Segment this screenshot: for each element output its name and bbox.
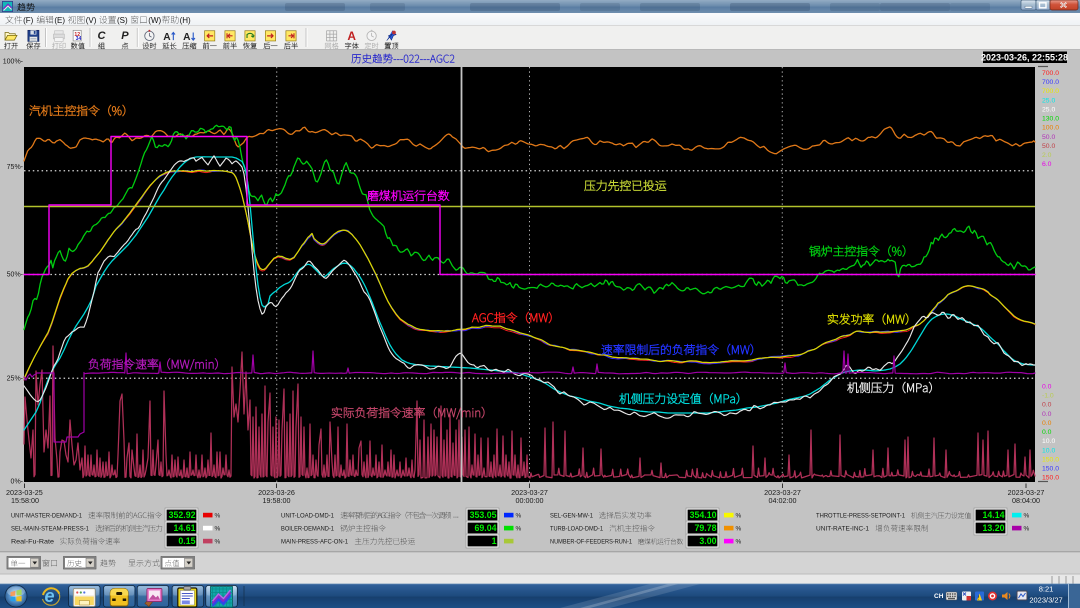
svg-text:A: A xyxy=(183,32,191,43)
svg-text:19:58:00: 19:58:00 xyxy=(263,496,291,505)
svg-text:...: ... xyxy=(453,513,459,520)
svg-text:25%-: 25%- xyxy=(7,376,24,383)
svg-text:C: C xyxy=(98,30,107,42)
svg-text:SEL-MAIN-STEAM-PRESS-1: SEL-MAIN-STEAM-PRESS-1 xyxy=(11,526,89,533)
svg-text:00:00:00: 00:00:00 xyxy=(516,496,544,505)
svg-text:34: 34 xyxy=(76,36,82,42)
svg-text:(S): (S) xyxy=(117,16,128,25)
svg-text:25.0: 25.0 xyxy=(1042,106,1055,113)
svg-text:1: 1 xyxy=(492,536,497,546)
svg-text:(V): (V) xyxy=(86,16,97,25)
svg-text:25.0: 25.0 xyxy=(1042,97,1055,104)
svg-text:354.10: 354.10 xyxy=(690,510,717,520)
svg-text:%: % xyxy=(516,513,522,520)
svg-text:%: % xyxy=(516,526,522,533)
svg-text:(F): (F) xyxy=(23,16,34,25)
svg-text:0.0: 0.0 xyxy=(1042,429,1052,436)
svg-text:79.78: 79.78 xyxy=(694,523,716,533)
svg-text:MAIN-PRESS-AFC-ON-1: MAIN-PRESS-AFC-ON-1 xyxy=(281,539,348,546)
svg-text:%: % xyxy=(736,526,742,533)
svg-text:353.05: 353.05 xyxy=(470,510,497,520)
svg-text:13.20: 13.20 xyxy=(982,523,1004,533)
svg-text:UNIT-RATE-INC-1: UNIT-RATE-INC-1 xyxy=(816,526,869,533)
svg-text:50%-: 50%- xyxy=(7,272,24,279)
svg-text:3.00: 3.00 xyxy=(699,536,716,546)
svg-text:352.92: 352.92 xyxy=(169,510,196,520)
svg-text:%: % xyxy=(1024,513,1030,520)
svg-text:%: % xyxy=(736,513,742,520)
svg-text:15:58:00: 15:58:00 xyxy=(11,496,39,505)
svg-text:8:21: 8:21 xyxy=(1039,585,1054,594)
svg-text:NUMBER-OF-FEEDERS-RUN-1: NUMBER-OF-FEEDERS-RUN-1 xyxy=(550,539,632,546)
svg-text:UNIT-LOAD-DMD-1: UNIT-LOAD-DMD-1 xyxy=(281,513,334,520)
svg-text:0.0: 0.0 xyxy=(1042,420,1052,427)
svg-text:14.61: 14.61 xyxy=(173,523,195,533)
svg-text:(E): (E) xyxy=(54,16,65,25)
svg-text:10.0: 10.0 xyxy=(1042,447,1055,454)
svg-text:-1.0: -1.0 xyxy=(1042,393,1054,400)
svg-text:2023-03-26, 22:55:28: 2023-03-26, 22:55:28 xyxy=(981,53,1068,63)
svg-text:%: % xyxy=(215,526,221,533)
svg-text:0.0: 0.0 xyxy=(1042,411,1052,418)
svg-text:(W): (W) xyxy=(148,16,161,25)
svg-text:A: A xyxy=(347,29,356,43)
svg-text:6.0: 6.0 xyxy=(1042,161,1052,168)
svg-text:A: A xyxy=(163,32,171,43)
svg-text:P: P xyxy=(121,30,129,42)
svg-text:UNIT-MASTER-DEMAND-1: UNIT-MASTER-DEMAND-1 xyxy=(11,513,82,520)
svg-text:69.04: 69.04 xyxy=(474,523,496,533)
svg-text:100%-: 100%- xyxy=(3,59,24,66)
svg-text:0.0: 0.0 xyxy=(1042,384,1052,391)
svg-text:TURB-LOAD-DMD-1: TURB-LOAD-DMD-1 xyxy=(550,526,603,533)
svg-text:700.0: 700.0 xyxy=(1042,79,1059,86)
svg-text:150.0: 150.0 xyxy=(1042,466,1059,473)
svg-text:08:04:00: 08:04:00 xyxy=(1012,496,1040,505)
svg-text:%: % xyxy=(215,513,221,520)
svg-text:150.0: 150.0 xyxy=(1042,475,1059,482)
svg-text:130.0: 130.0 xyxy=(1042,116,1059,123)
svg-text:THROTTLE-PRESS-SETPOINT-1: THROTTLE-PRESS-SETPOINT-1 xyxy=(816,513,905,520)
svg-text:2023/3/27: 2023/3/27 xyxy=(1029,596,1062,605)
svg-text:%: % xyxy=(736,539,742,546)
svg-text:Real-Fu-Rate: Real-Fu-Rate xyxy=(11,539,54,546)
svg-text:100.0: 100.0 xyxy=(1042,125,1059,132)
svg-text:0%-: 0%- xyxy=(11,479,24,486)
svg-text:50.0: 50.0 xyxy=(1042,143,1055,150)
svg-text:700.0: 700.0 xyxy=(1042,88,1059,95)
svg-text:%: % xyxy=(215,539,221,546)
svg-text:SEL-GEN-MW-1: SEL-GEN-MW-1 xyxy=(550,513,593,520)
svg-text:2.0: 2.0 xyxy=(1042,152,1052,159)
svg-text:700.0: 700.0 xyxy=(1042,70,1059,77)
svg-text:14.14: 14.14 xyxy=(982,510,1004,520)
svg-text:50.0: 50.0 xyxy=(1042,134,1055,141)
svg-text:0.0: 0.0 xyxy=(1042,402,1052,409)
svg-text:0.15: 0.15 xyxy=(178,536,195,546)
svg-text:150.0: 150.0 xyxy=(1042,456,1059,463)
svg-text:10.0: 10.0 xyxy=(1042,438,1055,445)
svg-text:CH: CH xyxy=(934,593,944,600)
svg-text:BOILER-DEMAND-1: BOILER-DEMAND-1 xyxy=(281,526,334,533)
svg-text:!: ! xyxy=(978,596,979,602)
svg-text:75%-: 75%- xyxy=(7,164,24,171)
svg-text:04:02:00: 04:02:00 xyxy=(769,496,797,505)
svg-text:%: % xyxy=(1024,526,1030,533)
svg-text:(H): (H) xyxy=(180,16,191,25)
